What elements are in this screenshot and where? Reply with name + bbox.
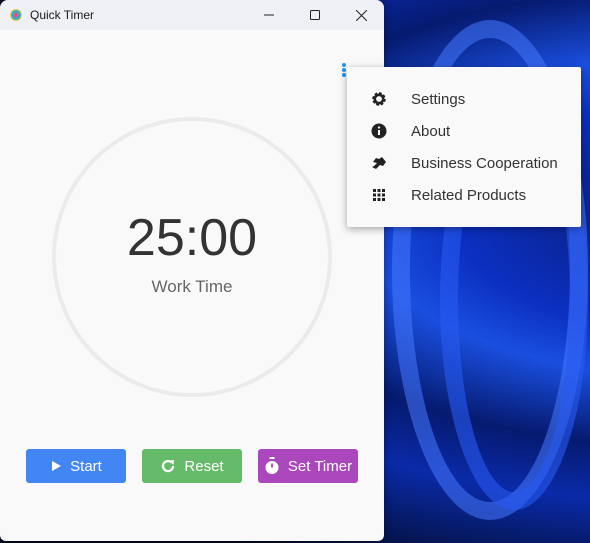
- menu-item-label: Settings: [411, 90, 466, 108]
- set-timer-button[interactable]: Set Timer: [258, 449, 358, 483]
- menu-item-about[interactable]: About: [347, 115, 581, 147]
- minimize-button[interactable]: [246, 0, 292, 30]
- timer-mode-label: Work Time: [151, 277, 233, 296]
- reset-button[interactable]: Reset: [142, 449, 242, 483]
- info-icon: [371, 123, 387, 139]
- app-window: Quick Timer 25:00 Work Time Start Reset …: [0, 0, 384, 541]
- handshake-icon: [372, 157, 386, 169]
- timer-display: 25:00: [126, 209, 258, 267]
- gear-icon: [372, 92, 386, 106]
- stopwatch-icon: [265, 457, 279, 474]
- close-icon: [355, 9, 367, 21]
- menu-item-settings[interactable]: Settings: [347, 83, 581, 115]
- play-icon: [52, 461, 62, 471]
- menu-item-related-products[interactable]: Related Products: [347, 179, 581, 211]
- close-button[interactable]: [338, 0, 384, 30]
- set-timer-label: Set Timer: [287, 457, 353, 475]
- app-icon: [10, 9, 22, 21]
- menu-item-label: About: [411, 122, 451, 140]
- title-bar[interactable]: Quick Timer: [0, 0, 384, 30]
- maximize-icon: [310, 10, 320, 20]
- start-button[interactable]: Start: [26, 449, 126, 483]
- menu-item-label: Business Cooperation: [411, 154, 558, 172]
- maximize-button[interactable]: [292, 0, 338, 30]
- start-label: Start: [70, 457, 102, 475]
- menu-item-label: Related Products: [411, 186, 527, 204]
- minimize-icon: [264, 14, 274, 16]
- grid-icon: [373, 189, 385, 201]
- options-menu: Settings About Business Cooperation Rela…: [347, 67, 581, 227]
- menu-item-business-cooperation[interactable]: Business Cooperation: [347, 147, 581, 179]
- window-title: Quick Timer: [30, 8, 95, 22]
- refresh-icon: [162, 459, 175, 473]
- reset-label: Reset: [184, 457, 224, 475]
